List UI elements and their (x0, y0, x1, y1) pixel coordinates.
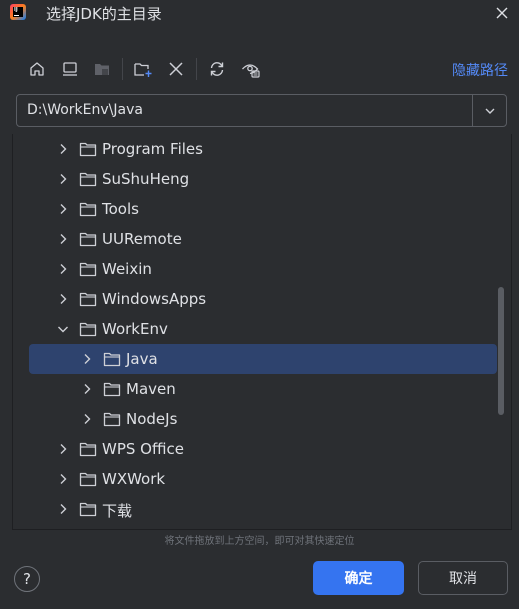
chevron-right-icon[interactable] (79, 411, 95, 427)
tree-row[interactable]: Tools (13, 194, 499, 224)
tree-row[interactable]: UURemote (13, 224, 499, 254)
folder-icon (79, 142, 97, 157)
tree-item-label: UURemote (102, 230, 182, 248)
desktop-button[interactable] (58, 57, 82, 81)
dialog-title: 选择JDK的主目录 (46, 5, 162, 23)
tree-row[interactable]: NodeJs (13, 404, 499, 434)
close-icon (496, 7, 508, 19)
tree-item-label: WPS Office (102, 440, 184, 458)
tree-row[interactable]: WindowsApps (13, 284, 499, 314)
desktop-icon (63, 62, 77, 76)
delete-icon (169, 62, 183, 76)
show-hidden-icon (242, 64, 260, 78)
path-field[interactable]: D:\WorkEnv\Java (27, 102, 143, 118)
folder-icon (103, 352, 121, 367)
tree-row[interactable]: WPS Office (13, 434, 499, 464)
tree-row[interactable]: SuShuHeng (13, 164, 499, 194)
tree-scrollbar[interactable] (498, 287, 504, 415)
project-folder-button[interactable] (90, 57, 114, 81)
folder-icon (79, 502, 97, 517)
tree-row[interactable]: Weixin (13, 254, 499, 284)
tree-item-label: SuShuHeng (102, 170, 190, 188)
tree-item-label: WindowsApps (102, 290, 207, 308)
folder-icon (79, 202, 97, 217)
toolbar: 隐藏路径 (18, 54, 508, 84)
new-folder-icon (134, 63, 152, 77)
chevron-right-icon[interactable] (55, 501, 71, 517)
refresh-icon (210, 62, 224, 76)
tree-row[interactable]: 下载 (13, 494, 499, 524)
tree-item-label: Java (126, 350, 158, 368)
tree-item-label: WXWork (102, 470, 166, 488)
chevron-right-icon[interactable] (79, 351, 95, 367)
home-icon (30, 62, 44, 76)
cancel-button[interactable]: 取消 (418, 561, 508, 595)
chevron-right-icon[interactable] (55, 201, 71, 217)
tree-item-label: Program Files (102, 140, 203, 158)
delete-button[interactable] (164, 57, 188, 81)
tree-item-label: NodeJs (126, 410, 178, 428)
drag-drop-hint: 将文件拖放到上方空间，即可对其快速定位 (164, 536, 355, 547)
tree-item-label: Tools (102, 200, 139, 218)
folder-icon (79, 442, 97, 457)
chevron-right-icon[interactable] (55, 171, 71, 187)
tree-row[interactable]: WorkEnv (13, 314, 499, 344)
intellij-logo-icon: IJ (10, 4, 26, 20)
ok-button[interactable]: 确定 (313, 561, 404, 595)
title-bar: IJ 选择JDK的主目录 (0, 0, 519, 28)
chevron-right-icon[interactable] (55, 141, 71, 157)
tree-item-label: WorkEnv (102, 320, 168, 338)
folder-icon (79, 292, 97, 307)
chevron-down-icon[interactable] (482, 103, 498, 119)
project-folder-icon (95, 64, 109, 75)
tree-row[interactable]: Program Files (13, 134, 499, 164)
toolbar-separator (196, 58, 197, 80)
chevron-right-icon[interactable] (55, 261, 71, 277)
toolbar-separator (122, 58, 123, 80)
folder-icon (79, 322, 97, 337)
refresh-button[interactable] (205, 57, 229, 81)
tree-item-label: Maven (126, 380, 176, 398)
close-button[interactable] (491, 2, 513, 24)
home-button[interactable] (25, 57, 49, 81)
folder-icon (103, 412, 121, 427)
folder-icon (103, 382, 121, 397)
help-button[interactable]: ? (14, 566, 40, 592)
tree-row[interactable]: Maven (13, 374, 499, 404)
file-tree[interactable]: Program Files SuShuHeng Tools UURemote Weixi… (12, 134, 512, 530)
tree-row[interactable]: Java (29, 344, 497, 374)
tree-row[interactable]: WXWork (13, 464, 499, 494)
chevron-right-icon[interactable] (55, 471, 71, 487)
folder-icon (79, 232, 97, 247)
hide-path-link[interactable]: 隐藏路径 (452, 60, 508, 80)
folder-icon (79, 172, 97, 187)
show-hidden-button[interactable] (239, 57, 263, 81)
chevron-right-icon[interactable] (55, 441, 71, 457)
combobox-divider (472, 95, 473, 126)
folder-icon (79, 262, 97, 277)
tree-item-label: Weixin (102, 260, 152, 278)
new-folder-button[interactable] (131, 57, 155, 81)
folder-icon (79, 472, 97, 487)
chevron-right-icon[interactable] (55, 291, 71, 307)
chevron-right-icon[interactable] (55, 231, 71, 247)
chevron-down-icon[interactable] (55, 321, 71, 337)
tree-item-label: 下载 (102, 502, 133, 520)
chevron-right-icon[interactable] (79, 381, 95, 397)
path-combobox[interactable]: D:\WorkEnv\Java (16, 94, 507, 127)
